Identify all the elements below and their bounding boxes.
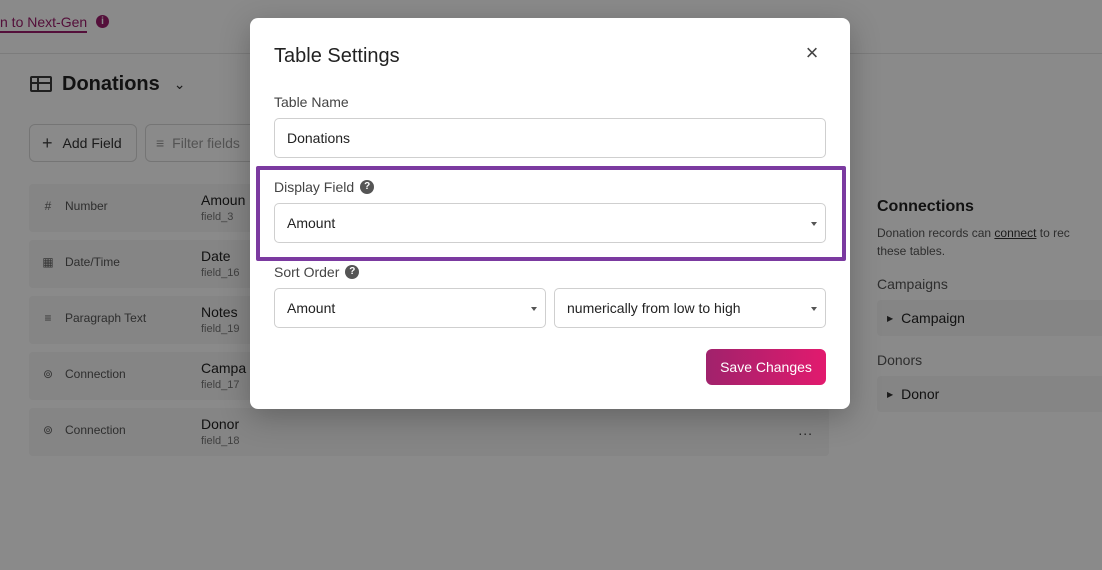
help-icon[interactable]: ? (345, 265, 360, 279)
table-name-label: Table Name (274, 94, 349, 110)
sort-order-label: Sort Order ? (274, 264, 360, 280)
save-changes-button[interactable]: Save Changes (706, 349, 826, 385)
display-field-highlight (256, 166, 846, 261)
table-name-input[interactable]: Donations (274, 118, 826, 158)
caret-down-icon (531, 307, 537, 311)
sort-order-label-text: Sort Order (274, 264, 340, 280)
caret-down-icon (811, 307, 817, 311)
close-icon[interactable]: × (801, 42, 823, 64)
sort-direction-value: numerically from low to high (567, 300, 741, 316)
sort-field-value: Amount (287, 300, 336, 316)
sort-direction-select[interactable]: numerically from low to high (554, 288, 826, 328)
modal-title: Table Settings (274, 45, 400, 67)
sort-field-select[interactable]: Amount (274, 288, 546, 328)
